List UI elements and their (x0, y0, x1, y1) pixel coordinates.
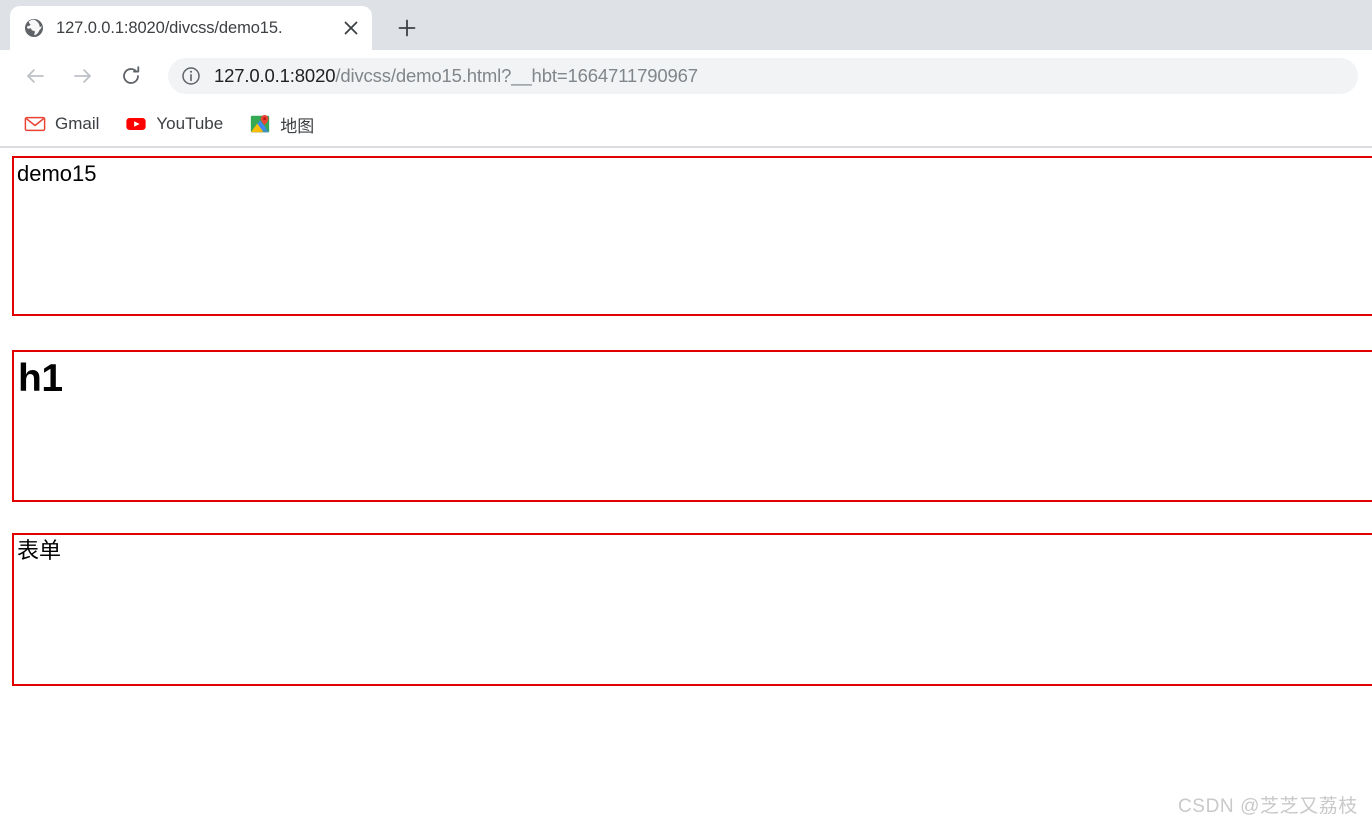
content-box-text: 表单 (17, 538, 62, 563)
tab-strip: 127.0.0.1:8020/divcss/demo15. (0, 0, 1372, 50)
content-box-demo15: demo15 (12, 156, 1372, 316)
address-bar[interactable]: 127.0.0.1:8020/divcss/demo15.html?__hbt=… (168, 58, 1358, 94)
browser-chrome: 127.0.0.1:8020/divcss/demo15. 127.0.0.1:… (0, 0, 1372, 148)
content-box-form: 表单 (12, 533, 1372, 686)
google-maps-icon (249, 113, 271, 135)
reload-button[interactable] (114, 59, 148, 93)
bookmark-label: YouTube (156, 114, 224, 133)
youtube-icon (125, 113, 147, 135)
content-box-heading: h1 (18, 357, 63, 400)
browser-tab-active[interactable]: 127.0.0.1:8020/divcss/demo15. (10, 6, 372, 50)
forward-button[interactable] (66, 59, 100, 93)
new-tab-button[interactable] (388, 9, 426, 47)
arrow-right-icon (74, 69, 91, 83)
bookmark-label: 地图 (280, 116, 315, 136)
bookmark-maps[interactable]: 地图 (239, 109, 324, 139)
gmail-icon (24, 113, 46, 135)
address-bar-url: 127.0.0.1:8020/divcss/demo15.html?__hbt=… (214, 65, 698, 87)
bookmark-gmail[interactable]: Gmail (14, 109, 109, 139)
bookmark-youtube[interactable]: YouTube (115, 109, 233, 139)
content-box-h1: h1 (12, 350, 1372, 502)
back-button[interactable] (18, 59, 52, 93)
globe-icon (24, 18, 44, 38)
reload-icon (123, 66, 140, 84)
page-viewport: demo15 h1 表单 CSDN @芝芝又荔枝 (0, 148, 1372, 830)
tab-title: 127.0.0.1:8020/divcss/demo15. (56, 18, 283, 37)
bookmarks-bar: Gmail YouTube 地图 (0, 102, 1372, 148)
info-circle-icon[interactable] (180, 65, 202, 87)
csdn-watermark: CSDN @芝芝又荔枝 (1177, 796, 1358, 817)
close-icon[interactable] (338, 15, 364, 41)
arrow-left-icon (27, 69, 44, 83)
address-bar-path: /divcss/demo15.html?__hbt=1664711790967 (335, 65, 698, 86)
bookmark-label: Gmail (55, 114, 100, 133)
browser-toolbar: 127.0.0.1:8020/divcss/demo15.html?__hbt=… (0, 50, 1372, 102)
address-bar-host: 127.0.0.1:8020 (214, 65, 336, 86)
content-box-text: demo15 (17, 161, 97, 186)
